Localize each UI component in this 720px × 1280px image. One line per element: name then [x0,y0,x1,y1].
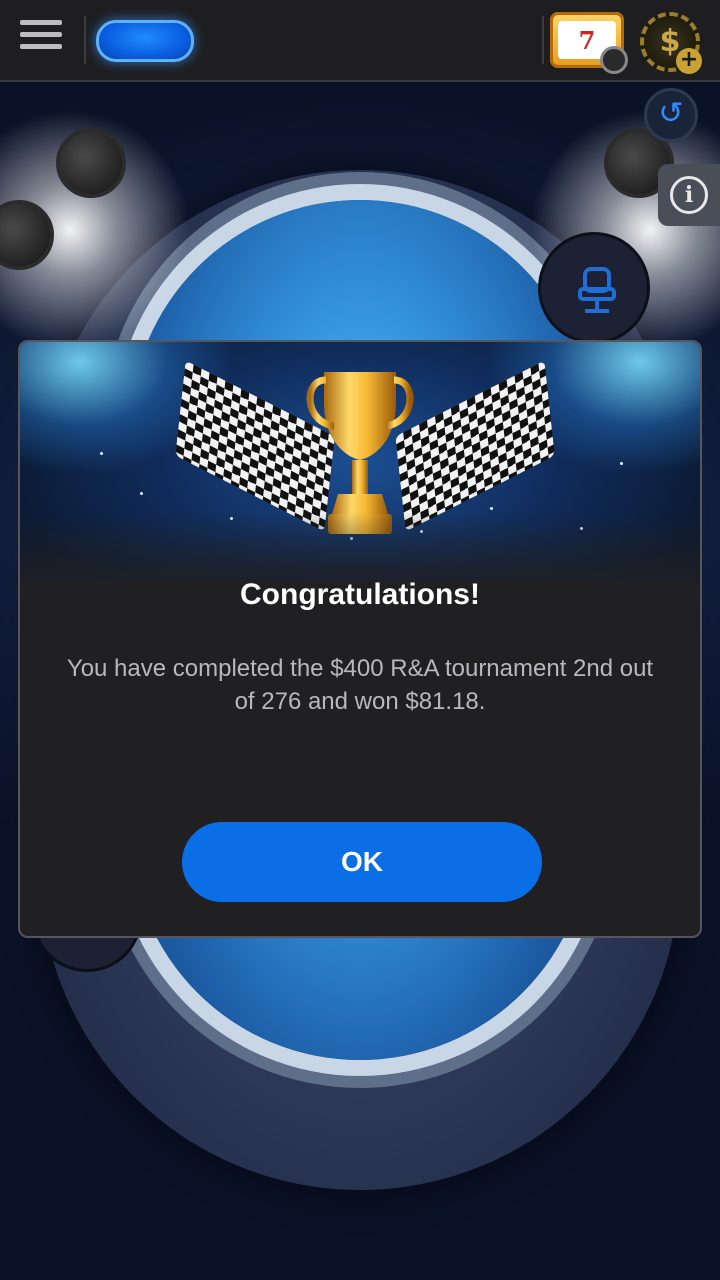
hamburger-menu-icon[interactable] [20,20,62,60]
cashier-button[interactable]: $ + [640,12,702,74]
divider [84,16,86,64]
dialog-title: Congratulations! [240,578,480,611]
history-icon[interactable]: ↺ [644,88,698,142]
seat-chair-icon [578,267,616,313]
poker-table-screen: ↺ i 7 $ + Congratulations! You have comp… [0,0,720,1280]
info-icon: i [670,176,708,214]
congratulations-dialog: Congratulations! You have completed the … [18,340,702,938]
stage-lamp-left [56,128,126,198]
slot-machine-button[interactable]: 7 [550,12,628,74]
sparkle [100,452,103,455]
slots-badge [600,46,628,74]
blue-pill-button[interactable] [96,20,194,62]
sparkle [140,492,143,495]
checkered-flag-icon [395,360,555,532]
ok-button[interactable]: OK [182,822,542,902]
sparkle [620,462,623,465]
dialog-message: You have completed the $400 R&A tourname… [66,655,654,715]
divider [542,16,544,64]
slot-reel-seven: 7 [578,25,596,55]
plus-icon: + [676,48,702,74]
seat-button[interactable] [538,232,650,344]
top-bar: 7 $ + [0,0,720,82]
sparkle [490,507,493,510]
info-button[interactable]: i [658,164,720,226]
